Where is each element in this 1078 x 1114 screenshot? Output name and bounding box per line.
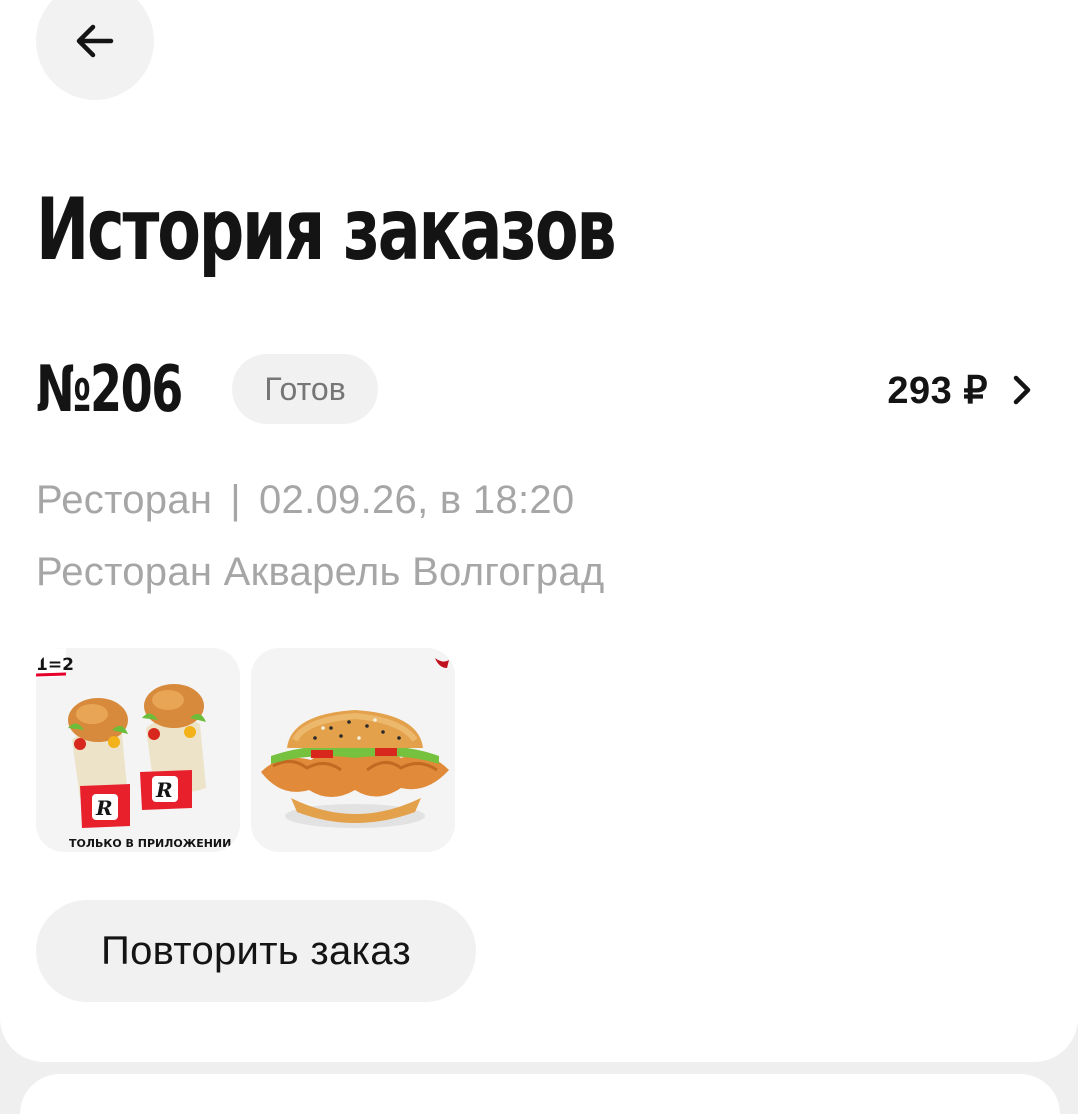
order-details-link[interactable]: 293 ₽ [887,360,1034,420]
restaurant-name: Ресторан Акварель Волгоград [36,550,605,594]
order-channel: Ресторан [36,478,213,522]
order-history-screen: История заказов №206 Готов 293 ₽ Рестора… [0,0,1078,1062]
promo-caption: ТОЛЬКО В ПРИЛОЖЕНИИ [69,837,231,850]
chicken-burger-image [261,658,449,828]
svg-text:R: R [95,796,113,820]
order-item-thumbnail[interactable]: 1=2 R R ТОЛЬКО В ПРИЛОЖЕНИИ [36,648,240,852]
svg-text:R: R [155,778,173,802]
order-meta: Ресторан | 02.09.26, в 18:20 [36,478,574,523]
order-number: №206 [36,353,183,427]
chevron-right-icon [1013,375,1031,405]
meta-separator: | [230,478,241,522]
arrow-left-icon [76,24,114,58]
next-order-card [20,1074,1060,1114]
order-datetime: 02.09.26, в 18:20 [258,478,575,522]
status-badge: Готов [232,354,378,424]
order-total: 293 ₽ [887,369,988,412]
page-title: История заказов [36,180,617,280]
twister-duo-image: 1=2 R R ТОЛЬКО В ПРИЛОЖЕНИИ [36,648,231,850]
repeat-order-button[interactable]: Повторить заказ [36,900,476,1002]
order-item-thumbnail[interactable] [251,648,455,852]
back-button[interactable] [36,0,154,100]
corner-promo-text: 1=2 [36,655,74,675]
